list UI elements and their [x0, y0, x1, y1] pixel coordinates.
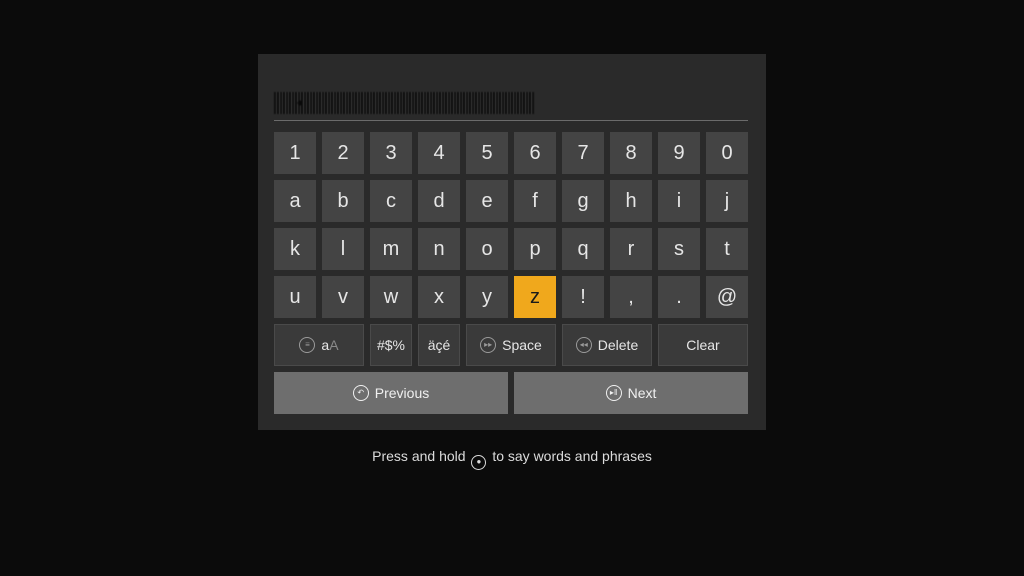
- key-9[interactable]: 9: [658, 132, 700, 174]
- key-row-a-j: abcdefghij: [274, 180, 748, 222]
- key-f[interactable]: f: [514, 180, 556, 222]
- key-5[interactable]: 5: [466, 132, 508, 174]
- key-w[interactable]: w: [370, 276, 412, 318]
- caps-toggle-key[interactable]: ≡ aA: [274, 324, 364, 366]
- key-i[interactable]: i: [658, 180, 700, 222]
- key-row-u-at: u v w x y z!,. @: [274, 276, 748, 318]
- key-u[interactable]: u: [274, 276, 316, 318]
- delete-key[interactable]: ◂◂ Delete: [562, 324, 652, 366]
- key-at[interactable]: @: [706, 276, 748, 318]
- voice-hint: Press and hold ● to say words and phrase…: [0, 448, 1024, 470]
- keyboard-grid: 1234567890 abcdefghij klmnopqrst u v w x y z!…: [274, 132, 748, 414]
- key-c[interactable]: c: [370, 180, 412, 222]
- key-l[interactable]: l: [322, 228, 364, 270]
- microphone-icon: ●: [471, 454, 487, 470]
- key-period[interactable]: .: [658, 276, 700, 318]
- function-key-row: ≡ aA #$% äçé ▸▸ Space ◂◂ Delete Clear: [274, 324, 748, 366]
- rewind-icon: ◂◂: [575, 337, 592, 353]
- next-button[interactable]: ▸‖ Next: [514, 372, 748, 414]
- previous-button[interactable]: ↶ Previous: [274, 372, 508, 414]
- key-6[interactable]: 6: [514, 132, 556, 174]
- key-row-digits: 1234567890: [274, 132, 748, 174]
- nav-row: ↶ Previous ▸‖ Next: [274, 372, 748, 414]
- menu-icon: ≡: [299, 337, 316, 353]
- key-a[interactable]: a: [274, 180, 316, 222]
- key-e[interactable]: e: [466, 180, 508, 222]
- key-v[interactable]: v: [322, 276, 364, 318]
- key-h[interactable]: h: [610, 180, 652, 222]
- back-icon: ↶: [352, 385, 369, 401]
- previous-label: Previous: [374, 385, 430, 401]
- key-k[interactable]: k: [274, 228, 316, 270]
- key-y[interactable]: y: [466, 276, 508, 318]
- key-2[interactable]: 2: [322, 132, 364, 174]
- key-t[interactable]: t: [706, 228, 748, 270]
- key-d[interactable]: d: [418, 180, 460, 222]
- keyboard-dialog: 1234567890 abcdefghij klmnopqrst u v w x y z!…: [258, 54, 766, 430]
- accents-key[interactable]: äçé: [418, 324, 460, 366]
- caps-label: aA: [321, 337, 339, 353]
- hint-after: to say words and phrases: [492, 448, 652, 464]
- next-label: Next: [627, 385, 657, 401]
- key-row-k-t: klmnopqrst: [274, 228, 748, 270]
- key-7[interactable]: 7: [562, 132, 604, 174]
- key-x[interactable]: x: [418, 276, 460, 318]
- play-pause-icon: ▸‖: [605, 385, 622, 401]
- input-value: [274, 92, 534, 114]
- key-p[interactable]: p: [514, 228, 556, 270]
- key-comma[interactable]: ,: [610, 276, 652, 318]
- key-j[interactable]: j: [706, 180, 748, 222]
- key-0[interactable]: 0: [706, 132, 748, 174]
- key-z[interactable]: z: [514, 276, 556, 318]
- key-3[interactable]: 3: [370, 132, 412, 174]
- key-4[interactable]: 4: [418, 132, 460, 174]
- key-n[interactable]: n: [418, 228, 460, 270]
- space-label: Space: [502, 337, 542, 353]
- space-key[interactable]: ▸▸ Space: [466, 324, 556, 366]
- key-b[interactable]: b: [322, 180, 364, 222]
- delete-label: Delete: [597, 337, 639, 353]
- text-input[interactable]: [274, 84, 748, 121]
- key-o[interactable]: o: [466, 228, 508, 270]
- key-m[interactable]: m: [370, 228, 412, 270]
- key-s[interactable]: s: [658, 228, 700, 270]
- key-1[interactable]: 1: [274, 132, 316, 174]
- key-r[interactable]: r: [610, 228, 652, 270]
- clear-key[interactable]: Clear: [658, 324, 748, 366]
- hint-before: Press and hold: [372, 448, 466, 464]
- symbols-key[interactable]: #$%: [370, 324, 412, 366]
- key-excl[interactable]: !: [562, 276, 604, 318]
- key-8[interactable]: 8: [610, 132, 652, 174]
- key-q[interactable]: q: [562, 228, 604, 270]
- fast-forward-icon: ▸▸: [480, 337, 497, 353]
- key-g[interactable]: g: [562, 180, 604, 222]
